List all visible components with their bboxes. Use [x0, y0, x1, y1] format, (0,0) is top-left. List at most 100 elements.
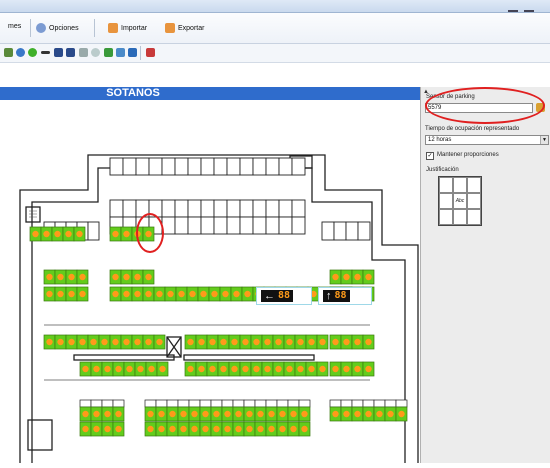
tool-icon[interactable]: [146, 48, 155, 57]
occupancy-dot: [398, 410, 405, 418]
parking-stall: [232, 399, 245, 408]
menu-exportar[interactable]: Exportar: [165, 23, 204, 33]
parking-stall: [254, 399, 267, 408]
occupancy-dot: [354, 365, 361, 373]
occupancy-dot: [211, 290, 218, 298]
tiempo-select[interactable]: 12 horas ▼: [425, 135, 549, 145]
occupancy-dot: [90, 338, 97, 346]
occupancy-display-right: ↑ 88: [318, 287, 372, 305]
canvas-blank-area: [0, 63, 420, 87]
parking-stall: [187, 216, 202, 235]
justify-cell-tr[interactable]: [467, 177, 481, 193]
menu-exportar-label: Exportar: [178, 24, 205, 32]
parking-floorplan[interactable]: [0, 100, 420, 463]
justify-cell-tc[interactable]: [453, 177, 467, 193]
parking-stall: [287, 399, 300, 408]
parking-stall: [239, 157, 254, 176]
toolbar: [0, 44, 550, 63]
chevron-down-icon[interactable]: ▼: [540, 136, 548, 144]
occupancy-dot: [65, 230, 72, 238]
occupancy-dot: [308, 338, 315, 346]
justify-cell-bl[interactable]: [439, 209, 453, 225]
occupancy-dot: [167, 290, 174, 298]
ribbon-menu: mes Opciones Importar Exportar: [0, 13, 550, 44]
occupancy-dot: [123, 338, 130, 346]
parking-stall: [79, 399, 92, 408]
occupancy-dot: [189, 290, 196, 298]
occupancy-dot: [332, 338, 339, 346]
occupancy-dot: [233, 290, 240, 298]
parking-stall: [239, 216, 254, 235]
occupancy-dot: [354, 410, 361, 418]
import-icon: [108, 23, 118, 33]
occupancy-dot: [159, 365, 166, 373]
occupancy-dot: [209, 338, 216, 346]
parking-stall: [177, 399, 190, 408]
eye-icon[interactable]: [16, 48, 25, 57]
occupancy-dot: [145, 290, 152, 298]
parking-stall: [265, 216, 280, 235]
parking-map[interactable]: [0, 100, 420, 463]
menu-importar[interactable]: Importar: [108, 23, 147, 33]
grid-icon[interactable]: [54, 48, 63, 57]
parking-stall: [276, 399, 289, 408]
parking-stall: [213, 199, 228, 218]
view-icon[interactable]: [128, 48, 137, 57]
highlight-circle-panel: [425, 87, 545, 124]
occupancy-dot: [319, 338, 326, 346]
parking-stall: [112, 399, 125, 408]
export-icon: [165, 23, 175, 33]
zoom-icon[interactable]: [4, 48, 13, 57]
cloud-icon[interactable]: [91, 48, 100, 57]
parking-stall: [395, 399, 408, 408]
occupancy-dot: [32, 230, 39, 238]
occupancy-dot: [257, 410, 264, 418]
occupancy-dot: [253, 365, 260, 373]
parking-stall: [174, 157, 189, 176]
menu-informes[interactable]: mes: [8, 23, 21, 30]
occupancy-dot: [198, 365, 205, 373]
mantener-checkbox[interactable]: ✓: [426, 152, 434, 160]
justify-cell-mc[interactable]: Abc: [453, 193, 467, 209]
justify-cell-bc[interactable]: [453, 209, 467, 225]
occupancy-dot: [343, 338, 350, 346]
justify-cell-ml[interactable]: [439, 193, 453, 209]
line-icon[interactable]: [41, 51, 50, 54]
parking-stall: [321, 221, 335, 241]
grid-alt-icon[interactable]: [66, 48, 75, 57]
separator-right: [183, 354, 315, 361]
occupancy-dot: [115, 425, 122, 433]
parking-stall: [87, 221, 100, 241]
occupancy-dot: [275, 338, 282, 346]
menu-separator: [30, 19, 31, 37]
occupancy-dot: [222, 290, 229, 298]
menu-opciones[interactable]: Opciones: [36, 23, 79, 33]
justification-grid[interactable]: Abc: [438, 176, 482, 226]
parking-stall: [122, 157, 137, 176]
justify-cell-br[interactable]: [467, 209, 481, 225]
parking-stall: [226, 199, 241, 218]
occupancy-dot: [235, 425, 242, 433]
occupancy-dot: [57, 290, 64, 298]
parking-stall: [213, 157, 228, 176]
parking-stall: [161, 199, 176, 218]
map-icon[interactable]: [116, 48, 125, 57]
parking-stall: [239, 199, 254, 218]
add-icon[interactable]: [104, 48, 113, 57]
window-controls[interactable]: [502, 2, 542, 12]
menu-informes-label: mes: [8, 23, 22, 30]
occupancy-dot: [220, 338, 227, 346]
occupancy-dot: [46, 273, 53, 281]
occupancy-dot: [178, 290, 185, 298]
occupancy-dot: [231, 365, 238, 373]
occupancy-dot: [209, 365, 216, 373]
occupancy-dot: [79, 290, 86, 298]
justify-cell-mr[interactable]: [467, 193, 481, 209]
green-sphere-icon[interactable]: [28, 48, 37, 57]
occupancy-dot: [257, 425, 264, 433]
separator-left: [73, 354, 175, 361]
occupancy-dot: [123, 230, 130, 238]
justify-cell-tl[interactable]: [439, 177, 453, 193]
parking-stall: [265, 199, 280, 218]
shape-icon[interactable]: [79, 48, 88, 57]
